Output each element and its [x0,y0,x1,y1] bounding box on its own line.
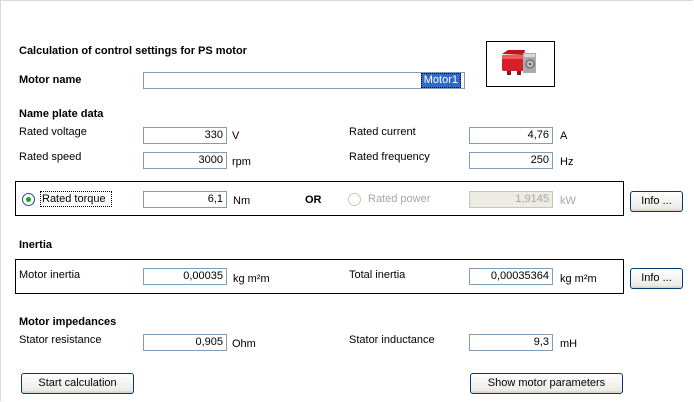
nameplate-info-button[interactable]: Info ... [630,191,683,212]
stator-resistance-unit: Ohm [232,338,256,350]
rated-current-input[interactable]: 4,76 [469,127,553,144]
stator-inductance-label: Stator inductance [349,334,435,346]
motor-inertia-label: Motor inertia [19,269,81,281]
inertia-info-button[interactable]: Info ... [630,268,683,289]
rated-power-unit: kW [560,195,576,207]
inertia-section-title: Inertia [19,239,53,251]
impedances-section-title: Motor impedances [19,316,117,328]
rated-voltage-unit: V [232,130,240,142]
rated-speed-label: Rated speed [19,151,82,163]
stator-inductance-input[interactable]: 9,3 [469,334,553,351]
rated-power-input[interactable]: 1,9145 [469,191,553,208]
stator-inductance-unit: mH [560,338,578,350]
page-title: Calculation of control settings for PS m… [19,45,247,57]
servo-motor-icon [502,50,536,75]
rated-frequency-input[interactable]: 250 [469,152,553,169]
rated-frequency-unit: Hz [560,156,574,168]
motor-name-value: Motor1 [420,73,461,88]
stator-resistance-label: Stator resistance [19,334,102,346]
motor-name-input[interactable]: Motor1 [143,72,465,89]
start-calculation-button[interactable]: Start calculation [21,373,134,394]
total-inertia-input[interactable]: 0,00035364 [469,268,553,285]
rated-torque-radio[interactable] [22,193,35,206]
rated-torque-unit: Nm [233,195,251,207]
rated-voltage-label: Rated voltage [19,126,87,138]
motor-inertia-input[interactable]: 0,00035 [143,268,227,285]
rated-torque-focus [40,191,112,207]
rated-voltage-input[interactable]: 330 [143,127,227,144]
total-inertia-label: Total inertia [349,269,406,281]
total-inertia-unit: kg m²m [560,273,597,285]
rated-frequency-label: Rated frequency [349,151,430,163]
rated-speed-unit: rpm [232,156,251,168]
show-motor-parameters-button[interactable]: Show motor parameters [470,373,623,394]
rated-current-label: Rated current [349,126,416,138]
motor-inertia-unit: kg m²m [233,273,270,285]
or-label: OR [305,194,322,206]
motor-name-label: Motor name [19,74,82,86]
rated-power-label: Rated power [368,193,431,205]
rated-torque-input[interactable]: 6,1 [143,191,227,208]
rated-speed-input[interactable]: 3000 [143,152,227,169]
motor-image [486,41,555,87]
stator-resistance-input[interactable]: 0,905 [143,334,227,351]
nameplate-section-title: Name plate data [19,108,104,120]
rated-power-radio[interactable] [348,193,361,206]
rated-current-unit: A [560,130,568,142]
